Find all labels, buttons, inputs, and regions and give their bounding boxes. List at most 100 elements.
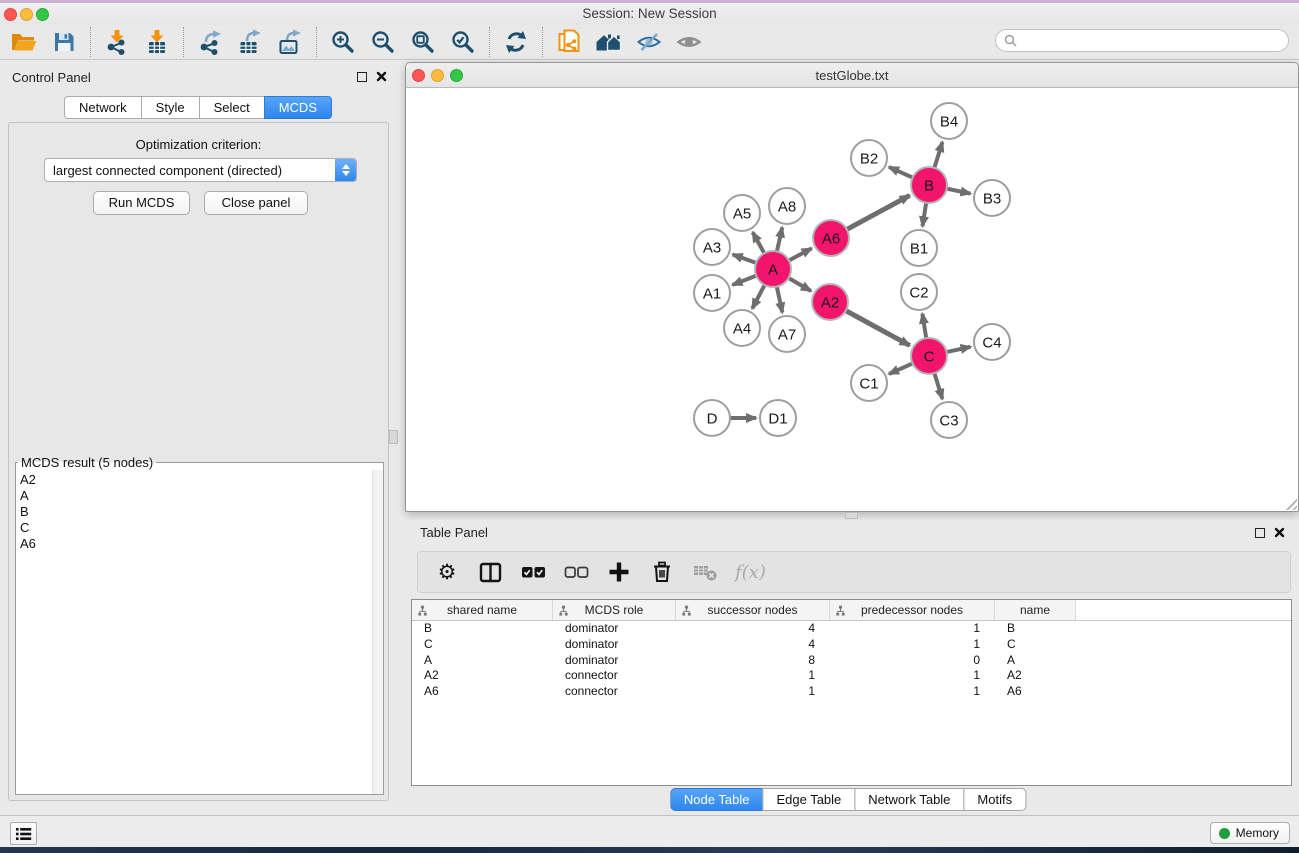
graph-edge-A-A4[interactable] bbox=[752, 285, 764, 309]
graph-edge-A2-C[interactable] bbox=[846, 311, 910, 346]
graph-edge-A-A1[interactable] bbox=[732, 276, 756, 285]
hide-graphics-details-icon[interactable] bbox=[629, 26, 669, 58]
refresh-icon[interactable] bbox=[496, 26, 536, 58]
graph-node-B4[interactable]: B4 bbox=[931, 103, 967, 139]
graph-edge-A-A6[interactable] bbox=[789, 248, 812, 260]
close-button[interactable] bbox=[412, 69, 425, 82]
graph-edge-A-A2[interactable] bbox=[789, 278, 811, 291]
table-tab-motifs[interactable]: Motifs bbox=[963, 788, 1026, 811]
close-panel-icon[interactable] bbox=[1274, 527, 1285, 538]
export-image-icon[interactable] bbox=[270, 26, 310, 58]
panel-divider-grip[interactable] bbox=[389, 430, 398, 444]
search-field[interactable] bbox=[995, 29, 1289, 52]
graph-node-A3[interactable]: A3 bbox=[694, 229, 730, 265]
column-header-MCDS-role[interactable]: MCDS role bbox=[553, 600, 676, 620]
graph-node-B3[interactable]: B3 bbox=[974, 180, 1010, 216]
graph-edge-B-B3[interactable] bbox=[947, 189, 971, 194]
zoom-in-icon[interactable] bbox=[323, 26, 363, 58]
tab-network[interactable]: Network bbox=[64, 96, 142, 119]
graph-node-C1[interactable]: C1 bbox=[851, 365, 887, 401]
network-canvas[interactable]: B4B2BB3A8A5A6A3B1AA1C2A2A4A7C4CC1C3DD1 bbox=[407, 89, 1298, 511]
table-tab-node-table[interactable]: Node Table bbox=[670, 788, 764, 811]
run-mcds-button[interactable]: Run MCDS bbox=[93, 191, 190, 215]
tab-mcds[interactable]: MCDS bbox=[264, 96, 332, 119]
close-panel-button[interactable]: Close panel bbox=[204, 191, 308, 215]
table-row[interactable]: Adominator80A bbox=[412, 653, 1291, 669]
table-tab-edge-table[interactable]: Edge Table bbox=[762, 788, 855, 811]
graph-edge-A-A5[interactable] bbox=[753, 232, 765, 253]
graph-node-B1[interactable]: B1 bbox=[901, 230, 937, 266]
graph-node-C3[interactable]: C3 bbox=[931, 402, 967, 438]
deselect-all-icon[interactable] bbox=[563, 559, 589, 585]
tab-select[interactable]: Select bbox=[199, 96, 265, 119]
graph-node-A4[interactable]: A4 bbox=[724, 310, 760, 346]
graph-edge-B-B1[interactable] bbox=[922, 203, 926, 226]
save-session-icon[interactable] bbox=[44, 26, 84, 58]
table-tab-network-table[interactable]: Network Table bbox=[854, 788, 964, 811]
mcds-result-item[interactable]: B bbox=[20, 504, 383, 520]
graph-edge-A-A7[interactable] bbox=[777, 287, 783, 313]
open-session-icon[interactable] bbox=[4, 26, 44, 58]
graph-node-B[interactable]: B bbox=[911, 167, 947, 203]
graph-edge-A-A3[interactable] bbox=[733, 254, 756, 262]
graph-edge-C-C1[interactable] bbox=[889, 363, 913, 374]
graph-node-B2[interactable]: B2 bbox=[851, 140, 887, 176]
import-network-icon[interactable] bbox=[97, 26, 137, 58]
graph-node-D1[interactable]: D1 bbox=[760, 400, 796, 436]
graph-edge-B-B2[interactable] bbox=[889, 167, 913, 178]
zoom-out-icon[interactable] bbox=[363, 26, 403, 58]
table-row[interactable]: Bdominator41B bbox=[412, 621, 1291, 637]
graph-node-C4[interactable]: C4 bbox=[974, 324, 1010, 360]
graph-node-C2[interactable]: C2 bbox=[901, 274, 937, 310]
criterion-select[interactable]: largest connected component (directed) bbox=[44, 158, 357, 182]
zoom-fit-icon[interactable] bbox=[403, 26, 443, 58]
table-row[interactable]: A6connector11A6 bbox=[412, 684, 1291, 700]
minimize-button[interactable] bbox=[431, 69, 444, 82]
zoom-button[interactable] bbox=[450, 69, 463, 82]
graph-edge-A-A8[interactable] bbox=[777, 227, 782, 251]
zoom-button[interactable] bbox=[36, 8, 49, 21]
first-neighbors-icon[interactable] bbox=[589, 26, 629, 58]
graph-edge-C-C2[interactable] bbox=[922, 314, 926, 338]
column-header-shared-name[interactable]: shared name bbox=[412, 600, 553, 620]
table-row[interactable]: A2connector11A2 bbox=[412, 668, 1291, 684]
export-table-icon[interactable] bbox=[230, 26, 270, 58]
mcds-result-item[interactable]: C bbox=[20, 520, 383, 536]
column-header-name[interactable]: name bbox=[995, 600, 1076, 620]
graph-node-A5[interactable]: A5 bbox=[724, 195, 760, 231]
table-row[interactable]: Cdominator41C bbox=[412, 637, 1291, 653]
minimize-button[interactable] bbox=[20, 8, 33, 21]
mcds-result-item[interactable]: A2 bbox=[20, 472, 383, 488]
graph-node-C[interactable]: C bbox=[911, 338, 947, 374]
scrollbar[interactable] bbox=[372, 470, 383, 794]
graph-node-A2[interactable]: A2 bbox=[812, 284, 848, 320]
graph-node-A6[interactable]: A6 bbox=[813, 220, 849, 256]
column-header-successor-nodes[interactable]: successor nodes bbox=[676, 600, 830, 620]
tab-style[interactable]: Style bbox=[141, 96, 200, 119]
function-builder-icon[interactable]: f(x) bbox=[735, 562, 766, 583]
clone-network-icon[interactable] bbox=[549, 26, 589, 58]
select-all-icon[interactable] bbox=[520, 559, 546, 585]
float-panel-icon[interactable] bbox=[357, 72, 367, 82]
network-window-titlebar[interactable]: testGlobe.txt bbox=[406, 63, 1298, 88]
graph-node-A[interactable]: A bbox=[755, 251, 791, 287]
export-network-icon[interactable] bbox=[190, 26, 230, 58]
close-panel-icon[interactable] bbox=[376, 71, 387, 82]
table-settings-icon[interactable]: ⚙ bbox=[434, 559, 460, 585]
import-table-icon[interactable] bbox=[137, 26, 177, 58]
delete-column-icon[interactable] bbox=[649, 559, 675, 585]
float-panel-icon[interactable] bbox=[1255, 528, 1265, 538]
graph-edge-A6-B[interactable] bbox=[847, 195, 910, 229]
mcds-result-item[interactable]: A6 bbox=[20, 536, 383, 552]
graph-edge-C-C4[interactable] bbox=[947, 347, 971, 352]
column-header-predecessor-nodes[interactable]: predecessor nodes bbox=[830, 600, 995, 620]
add-column-icon[interactable] bbox=[606, 559, 632, 585]
close-button[interactable] bbox=[4, 8, 17, 21]
graph-edge-C-C3[interactable] bbox=[934, 373, 942, 399]
graph-node-A1[interactable]: A1 bbox=[694, 275, 730, 311]
mcds-result-item[interactable]: A bbox=[20, 488, 383, 504]
show-graphics-details-icon[interactable] bbox=[669, 26, 709, 58]
task-history-button[interactable] bbox=[10, 822, 37, 845]
search-input[interactable] bbox=[1022, 33, 1288, 47]
graph-node-A7[interactable]: A7 bbox=[769, 316, 805, 352]
